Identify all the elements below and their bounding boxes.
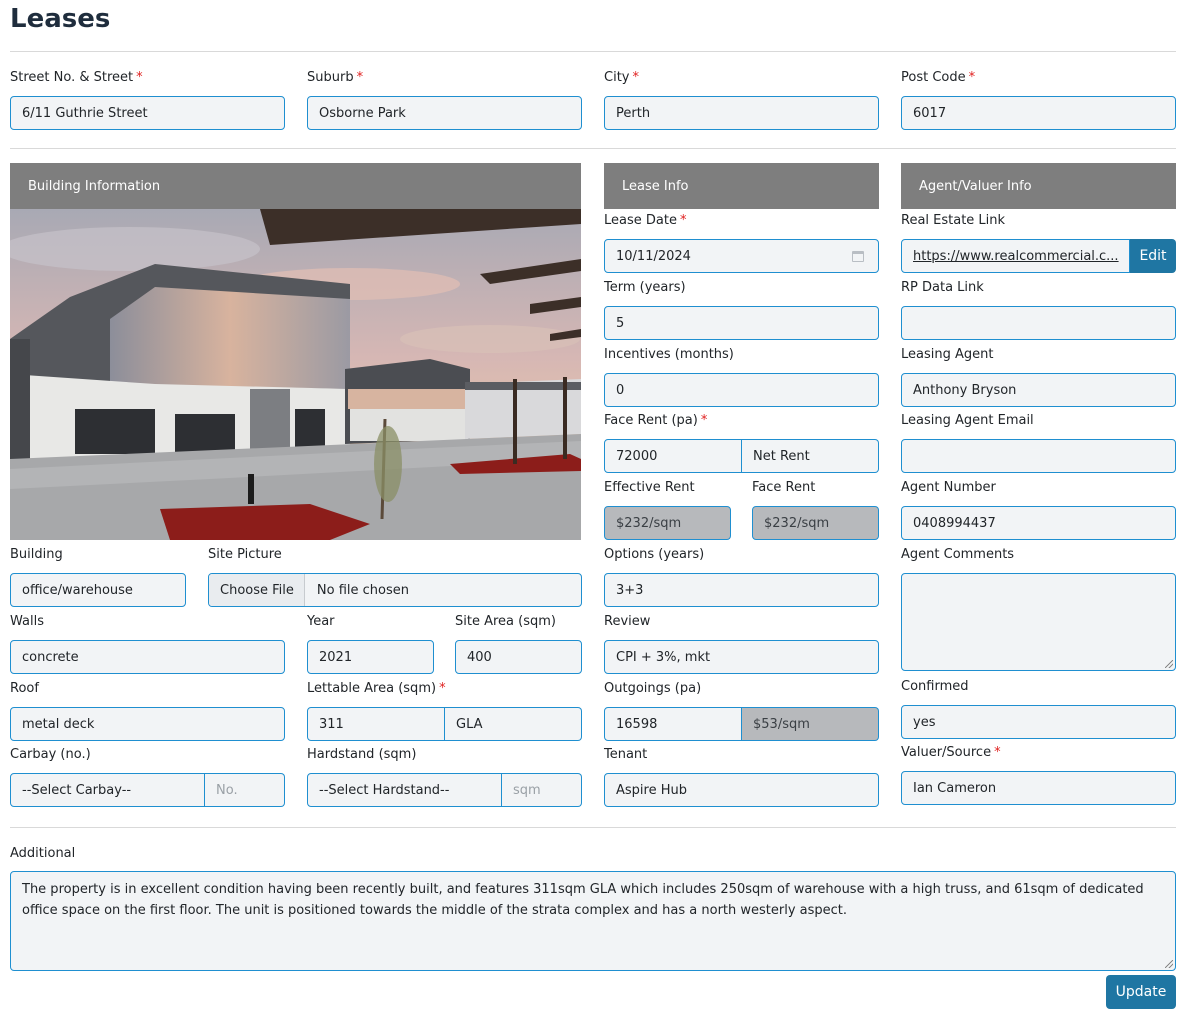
face-rent-label: Face Rent (pa) * (604, 413, 708, 428)
effective-rent-output: $232/sqm (604, 506, 731, 540)
lettable-area-label: Lettable Area (sqm) * (307, 681, 446, 696)
divider (10, 51, 1176, 52)
site-picture-file-input[interactable]: Choose File No file chosen (208, 573, 582, 607)
real-estate-link[interactable]: https://www.realcommercial.c... (913, 249, 1119, 264)
incentives-label: Incentives (months) (604, 347, 734, 362)
rp-data-link-label: RP Data Link (901, 280, 984, 295)
city-label: City * (604, 70, 639, 85)
additional-textarea[interactable]: The property is in excellent condition h… (10, 871, 1176, 971)
city-input[interactable]: Perth (604, 96, 879, 130)
leasing-agent-label: Leasing Agent (901, 347, 994, 362)
outgoings-label: Outgoings (pa) (604, 681, 702, 696)
year-label: Year (307, 614, 335, 629)
agent-comments-label: Agent Comments (901, 547, 1015, 562)
lease-date-input[interactable]: 10/11/2024 (604, 239, 879, 273)
options-input[interactable]: 3+3 (604, 573, 879, 607)
term-label: Term (years) (604, 280, 686, 295)
walls-input[interactable]: concrete (10, 640, 285, 674)
term-input[interactable]: 5 (604, 306, 879, 340)
building-type-label: Building (10, 547, 63, 562)
roof-input[interactable]: metal deck (10, 707, 285, 741)
divider (10, 827, 1176, 828)
incentives-input[interactable]: 0 (604, 373, 879, 407)
street-label: Street No. & Street * (10, 70, 143, 85)
site-area-label: Site Area (sqm) (455, 614, 556, 629)
hardstand-select[interactable]: --Select Hardstand-- (307, 773, 502, 807)
lease-date-value: 10/11/2024 (616, 248, 691, 264)
hardstand-sqm-input[interactable]: sqm (502, 773, 582, 807)
suburb-label: Suburb * (307, 70, 364, 85)
update-button[interactable]: Update (1106, 975, 1176, 1009)
carbay-label: Carbay (no.) (10, 747, 91, 762)
valuer-label: Valuer/Source * (901, 745, 1001, 760)
building-info-header: Building Information (10, 163, 581, 209)
tenant-input[interactable]: Aspire Hub (604, 773, 879, 807)
postcode-label: Post Code * (901, 70, 976, 85)
building-type-input[interactable]: office/warehouse (10, 573, 186, 607)
additional-text: The property is in excellent condition h… (22, 882, 1144, 918)
outgoings-input[interactable]: 16598 (604, 707, 742, 741)
agent-number-input[interactable]: 0408994437 (901, 506, 1176, 540)
face-rent-input[interactable]: 72000 (604, 439, 742, 473)
site-picture-image (10, 209, 581, 540)
resize-grip-icon[interactable] (1165, 960, 1173, 968)
edit-link-button[interactable]: Edit (1130, 239, 1176, 273)
hardstand-label: Hardstand (sqm) (307, 747, 417, 762)
site-picture-label: Site Picture (208, 547, 282, 562)
review-label: Review (604, 614, 651, 629)
real-estate-link-input[interactable]: https://www.realcommercial.c... (901, 239, 1130, 273)
confirmed-label: Confirmed (901, 679, 969, 694)
carbay-select[interactable]: --Select Carbay-- (10, 773, 205, 807)
resize-grip-icon[interactable] (1165, 660, 1173, 668)
lease-date-label: Lease Date * (604, 213, 687, 228)
leasing-agent-email-input[interactable] (901, 439, 1176, 473)
rent-type-select[interactable]: Net Rent (742, 439, 879, 473)
tenant-label: Tenant (604, 747, 648, 762)
suburb-input[interactable]: Osborne Park (307, 96, 582, 130)
valuer-input[interactable]: Ian Cameron (901, 771, 1176, 805)
carbay-number-input[interactable]: No. (205, 773, 285, 807)
confirmed-input[interactable]: yes (901, 705, 1176, 739)
divider (10, 148, 1176, 149)
site-area-input[interactable]: 400 (455, 640, 582, 674)
calendar-icon[interactable] (852, 251, 864, 262)
agent-number-label: Agent Number (901, 480, 996, 495)
file-status-text: No file chosen (316, 582, 409, 598)
additional-label: Additional (10, 846, 76, 861)
effective-rent-label: Effective Rent (604, 480, 695, 495)
street-input[interactable]: 6/11 Guthrie Street (10, 96, 285, 130)
agent-info-header: Agent/Valuer Info (901, 163, 1176, 209)
page-title: Leases (10, 4, 111, 34)
lettable-area-input[interactable]: 311 (307, 707, 445, 741)
roof-label: Roof (10, 681, 39, 696)
postcode-input[interactable]: 6017 (901, 96, 1176, 130)
lettable-area-unit-select[interactable]: GLA (445, 707, 582, 741)
choose-file-button[interactable]: Choose File (209, 574, 305, 606)
face-rent-sqm-output: $232/sqm (752, 506, 879, 540)
rp-data-link-input[interactable] (901, 306, 1176, 340)
agent-comments-textarea[interactable] (901, 573, 1176, 671)
leasing-agent-input[interactable]: Anthony Bryson (901, 373, 1176, 407)
year-input[interactable]: 2021 (307, 640, 434, 674)
outgoings-sqm-output: $53/sqm (742, 707, 879, 741)
face-rent-sqm-label: Face Rent (752, 480, 816, 495)
lease-info-header: Lease Info (604, 163, 879, 209)
options-label: Options (years) (604, 547, 705, 562)
walls-label: Walls (10, 614, 44, 629)
real-estate-link-label: Real Estate Link (901, 213, 1006, 228)
leasing-agent-email-label: Leasing Agent Email (901, 413, 1034, 428)
review-input[interactable]: CPI + 3%, mkt (604, 640, 879, 674)
